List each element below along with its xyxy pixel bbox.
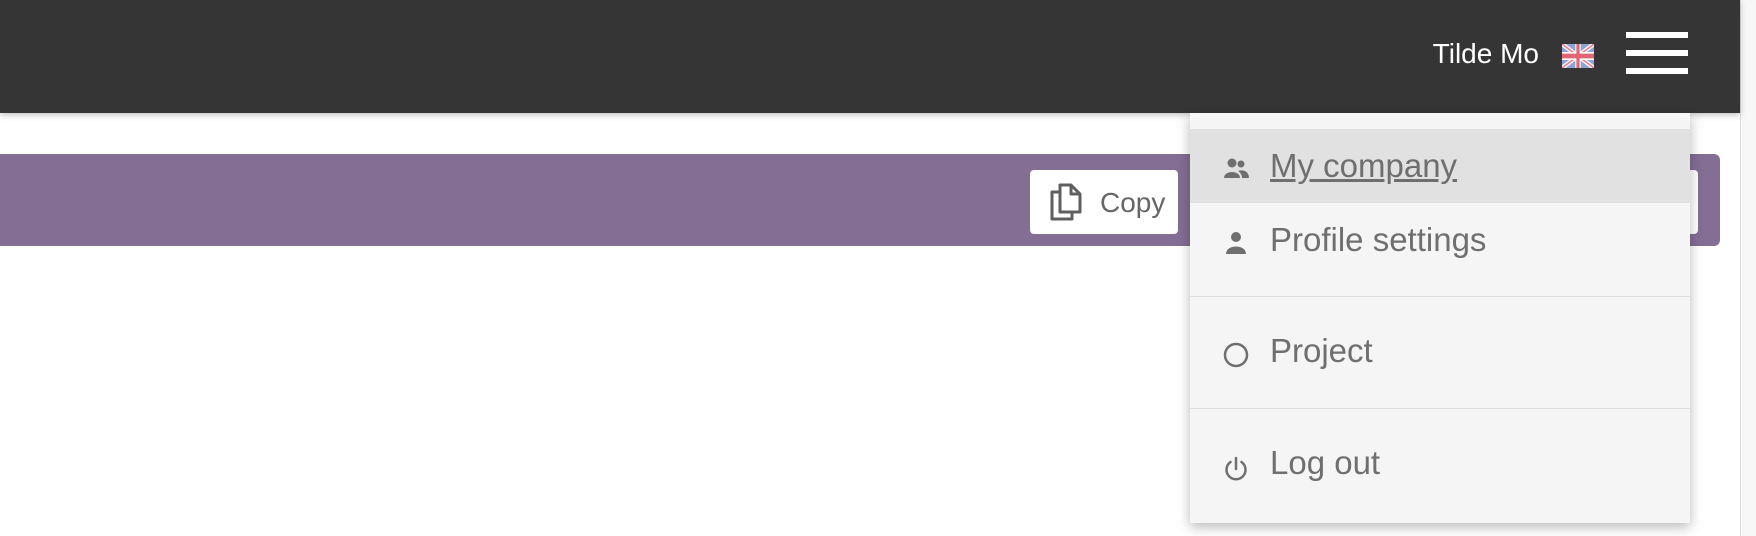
copy-button[interactable]: Copy xyxy=(1030,170,1178,234)
uk-flag-icon[interactable] xyxy=(1562,44,1594,68)
user-name[interactable]: Tilde Mo xyxy=(1433,37,1539,71)
menu-item-label: Project xyxy=(1270,332,1373,369)
menu-item-label: Profile settings xyxy=(1270,221,1487,258)
menu-item-my-company[interactable]: My company xyxy=(1190,129,1690,203)
menu-item-log-out[interactable]: Log out xyxy=(1190,426,1690,500)
people-icon xyxy=(1224,158,1249,178)
menu-item-profile-settings[interactable]: Profile settings xyxy=(1190,203,1690,277)
menu-item-project[interactable]: Project xyxy=(1190,314,1690,388)
copy-button-label: Copy xyxy=(1100,187,1166,218)
person-icon xyxy=(1226,232,1246,254)
hamburger-menu-icon[interactable] xyxy=(1624,30,1690,78)
copy-icon xyxy=(1050,183,1082,221)
top-navigation-bar: Tilde Mo xyxy=(0,0,1740,113)
circle-icon xyxy=(1223,342,1249,368)
menu-item-label: Log out xyxy=(1270,444,1381,481)
menu-divider xyxy=(1190,296,1690,297)
user-dropdown-menu: My company Profile settings Project Log … xyxy=(1190,113,1690,523)
menu-item-label: My company xyxy=(1270,147,1458,184)
menu-divider xyxy=(1190,408,1690,409)
power-icon xyxy=(1225,456,1247,481)
page-scrollbar[interactable] xyxy=(1740,0,1756,536)
